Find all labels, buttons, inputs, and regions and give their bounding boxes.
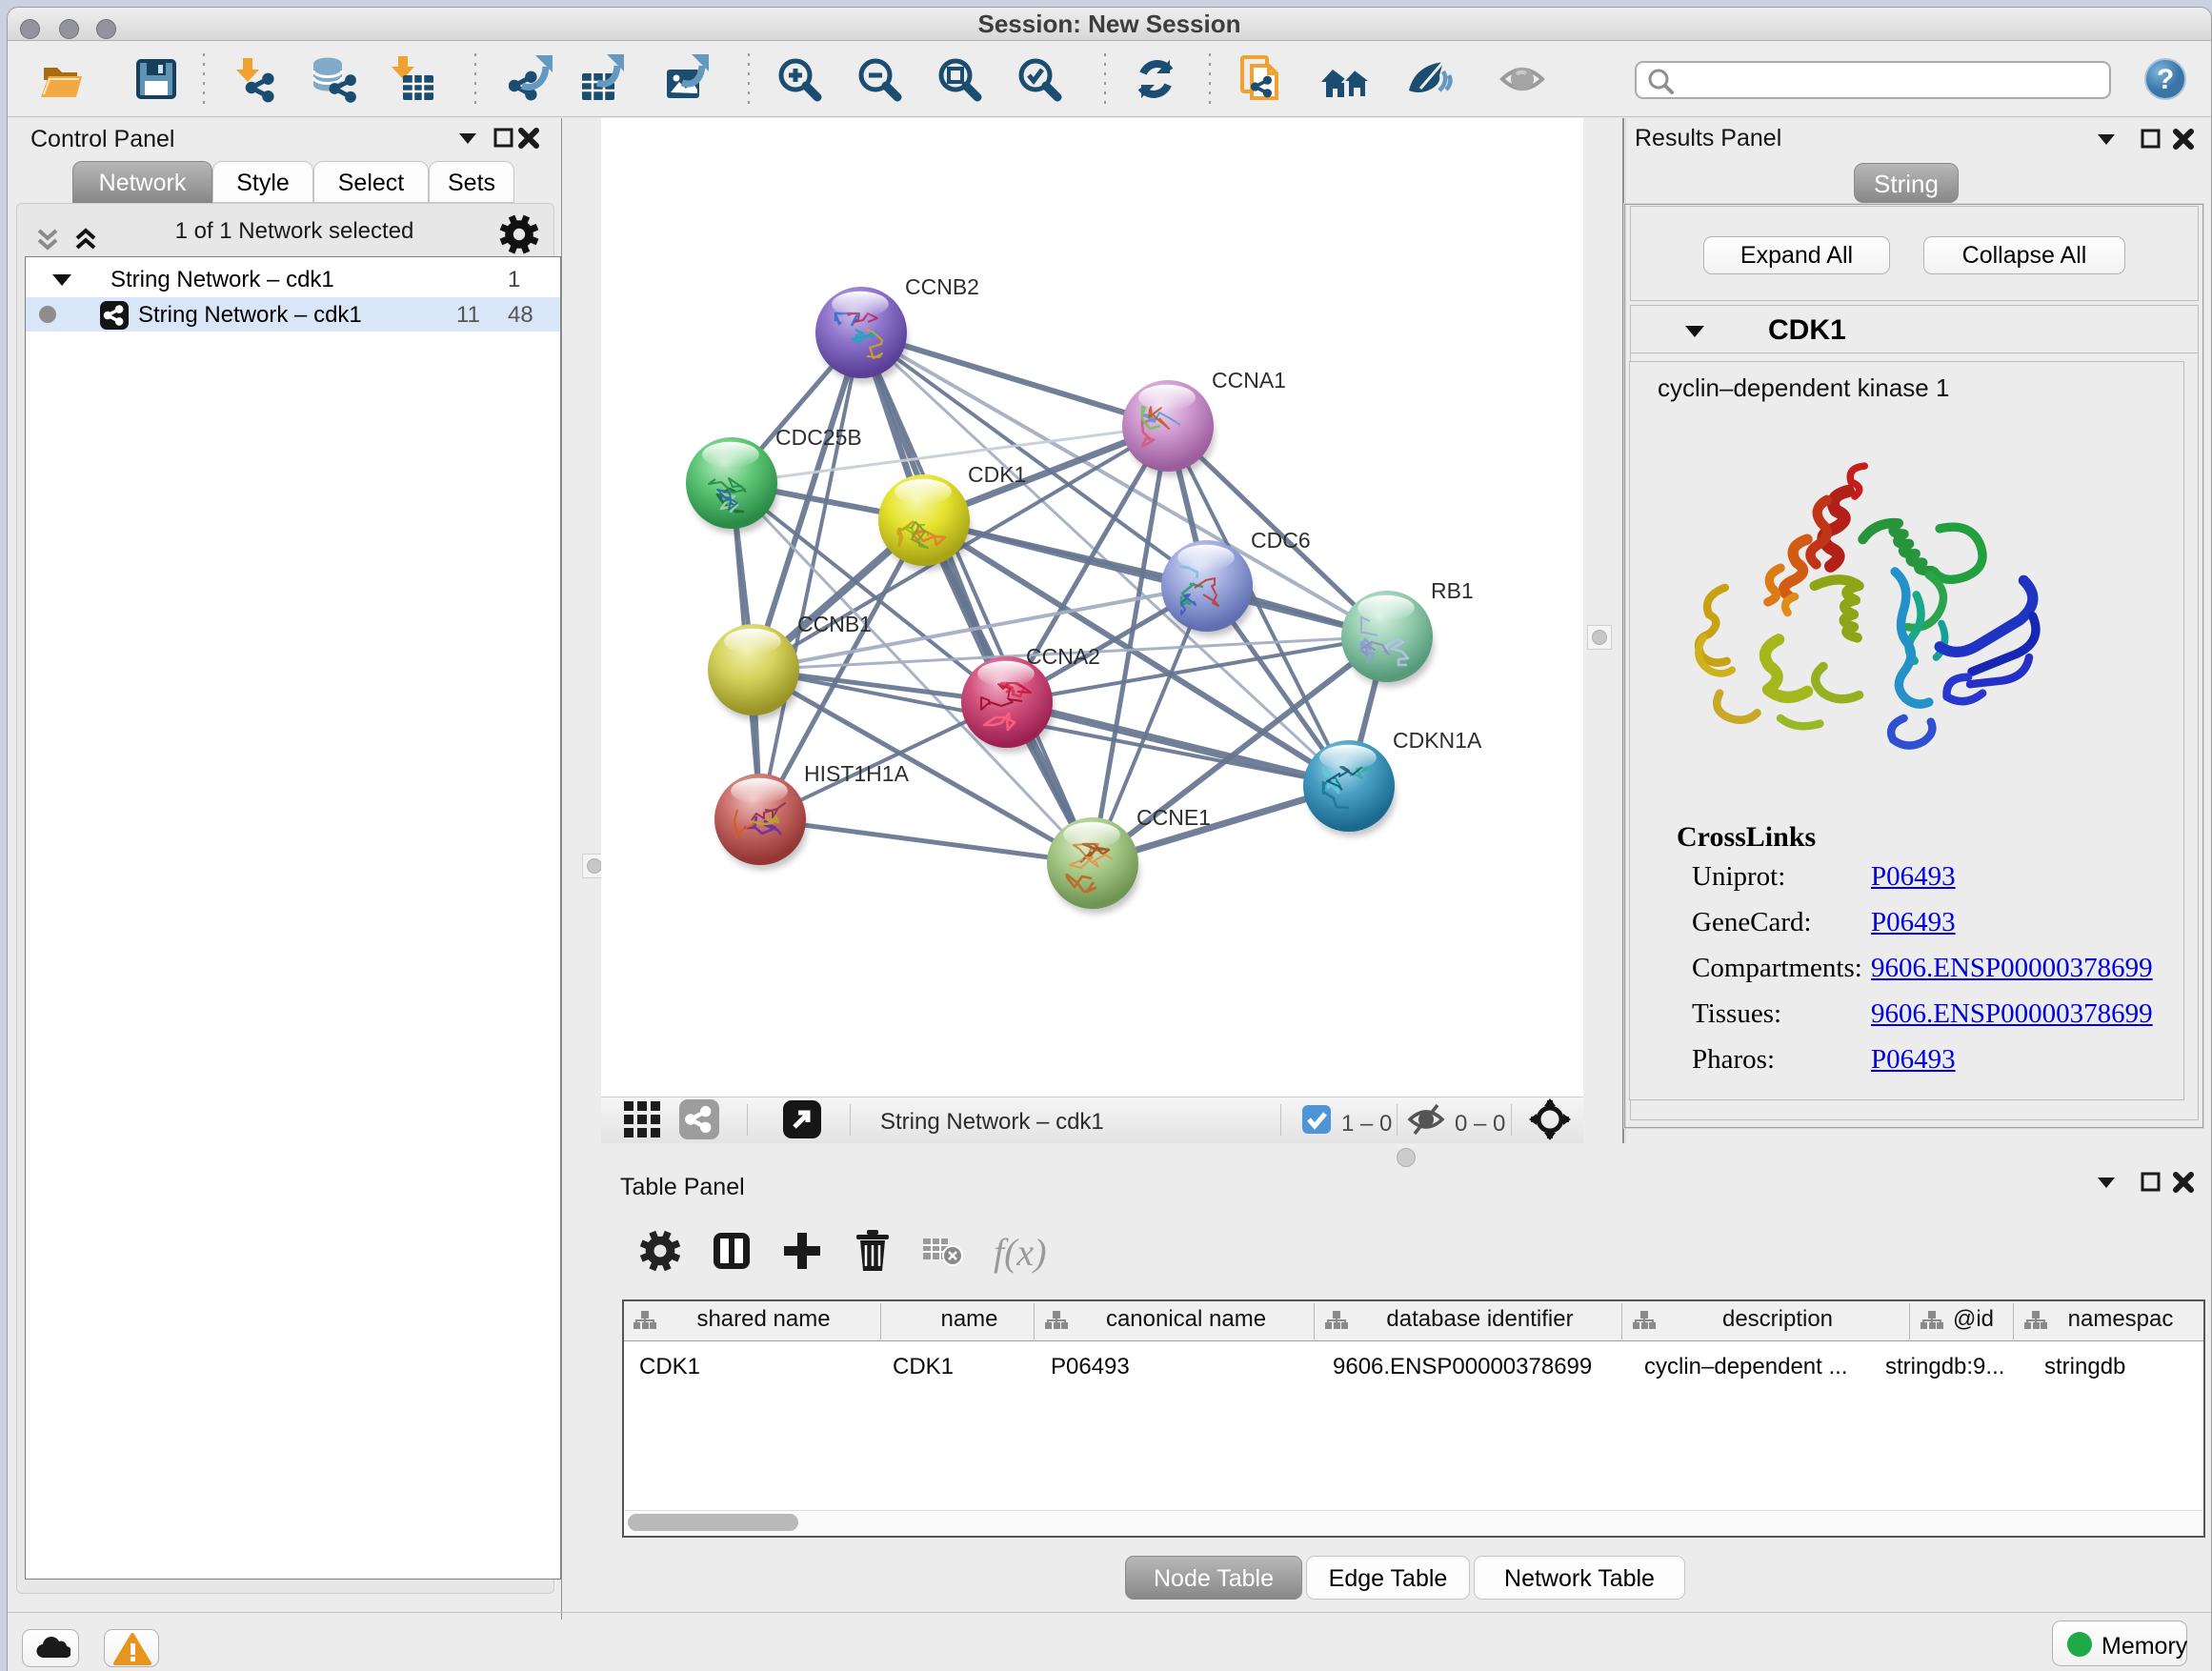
- svg-text:CCNA1: CCNA1: [1212, 368, 1286, 393]
- svg-text:CDK1: CDK1: [968, 462, 1026, 487]
- svg-text:CDC6: CDC6: [1251, 528, 1311, 553]
- svg-text:HIST1H1A: HIST1H1A: [804, 761, 910, 786]
- svg-text:RB1: RB1: [1431, 578, 1474, 603]
- svg-text:?: ?: [2157, 64, 2174, 95]
- svg-text:CCNB1: CCNB1: [797, 612, 872, 636]
- svg-text:CCNB2: CCNB2: [905, 274, 979, 299]
- svg-text:CDC25B: CDC25B: [775, 425, 862, 450]
- svg-text:CCNA2: CCNA2: [1026, 644, 1100, 669]
- svg-text:CDKN1A: CDKN1A: [1393, 728, 1482, 753]
- svg-text:CCNE1: CCNE1: [1136, 805, 1211, 830]
